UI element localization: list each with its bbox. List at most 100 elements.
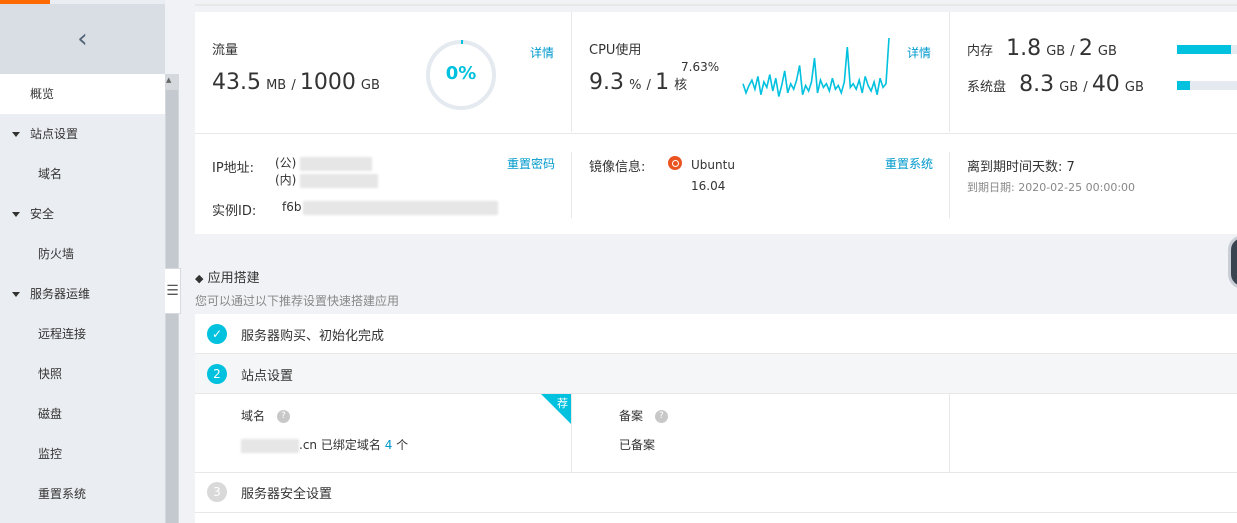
step-3-number: 3 [207,482,227,502]
reset-system-link[interactable]: 重置系统 [885,155,933,172]
disk-label: 系统盘 [967,80,1007,95]
disk-bar-fill [1177,81,1190,90]
app-steps: ✓ 服务器购买、初始化完成 2 站点设置 荐 域名 ? .cn 已绑定域名 4 … [195,314,1237,523]
sidebar-item[interactable]: 重置系统 [0,474,165,514]
sidebar-item[interactable]: 防火墙 [0,234,165,274]
instance-id[interactable]: f6b [282,200,499,215]
cpu-value-unit: % [629,78,642,93]
sidebar-item[interactable]: 快照 [0,354,165,394]
redacted-id [303,200,499,215]
memory-bar [1177,45,1237,54]
image-label: 镜像信息: [589,160,646,175]
memory-used-unit: GB [1046,44,1066,59]
bound-domains-count[interactable]: 4 [385,438,393,452]
sidebar-item[interactable]: 服务器运维 [0,274,165,314]
sidebar-nav: 概览站点设置域名安全防火墙服务器运维远程连接快照磁盘 监控 重置系统 [0,74,165,514]
expiry-date-label: 到期日期: [967,181,1015,194]
ip-label: IP地址: [212,161,255,176]
disk-bar [1177,81,1237,90]
disk-row: 系统盘 8.3 GB / 40 GB [967,72,1144,97]
collapse-sidebar-button[interactable]: ‹ [0,4,165,74]
step-3[interactable]: 3 服务器安全设置 [195,472,1237,512]
caret-down-icon [12,292,20,297]
expiry-date: 到期日期: 2020-02-25 00:00:00 [967,179,1135,195]
app-section-title-text: 应用搭建 [207,271,260,286]
filing-label: 备案 [619,409,644,423]
instance-id-prefix: f6b [282,200,302,214]
disk-used: 8.3 [1019,72,1055,97]
expiry-date-value: 2020-02-25 00:00:00 [1018,181,1136,194]
app-section-subtitle: 您可以通过以下推荐设置快速搭建应用 [195,294,400,308]
caret-down-icon [12,132,20,137]
memory-label: 内存 [967,44,994,59]
ip-public-prefix: (公) [275,156,297,170]
scroll-up-icon[interactable]: ▲ [166,76,171,84]
memory-bar-fill [1177,45,1231,54]
divider [195,512,1237,513]
domain-suffix: .cn [299,438,318,452]
memory-used: 1.8 [1006,36,1042,61]
sidebar-item-label: 概览 [30,87,55,101]
sidebar-item-label: 站点设置 [30,127,79,141]
ubuntu-icon [668,156,682,170]
cpu-sparkline [742,37,890,97]
step-2-label: 站点设置 [241,368,294,384]
top-divider [195,4,1237,6]
cpu-usage: 9.3 % / 1 核 [589,70,688,95]
step-2[interactable]: 2 站点设置 [195,354,1237,394]
traffic-detail-link[interactable]: 详情 [530,44,554,61]
cpu-label: CPU使用 [589,43,642,58]
redacted-ip [300,173,379,188]
traffic-used: 43.5 [212,70,261,95]
step-1[interactable]: ✓ 服务器购买、初始化完成 [195,314,1237,354]
sidebar-item[interactable]: 磁盘 [0,394,165,434]
sidebar-item[interactable]: 站点设置 [0,114,165,154]
filing-status: 已备案 [619,438,656,452]
redacted-domain [241,438,299,453]
instance-id-label: 实例ID: [212,204,257,219]
help-icon[interactable]: ? [276,410,290,423]
layers-icon: ◆ [195,272,204,285]
floating-assistant-button[interactable] [1228,235,1237,289]
image-os-version: 16.04 [691,179,726,193]
divider [949,152,950,218]
sidebar-item[interactable]: 监控 [0,434,165,474]
overview-card: 流量 43.5 MB / 1000 GB 0% 详情 CPU使用 9.3 % /… [195,12,1237,234]
expiry-days-label: 离到期时间天数: [967,160,1063,175]
divider [571,12,572,132]
sidebar-item-label: 防火墙 [38,247,75,261]
cpu-cores: 1 [655,70,670,95]
app-section-title: ◆ 应用搭建 [195,267,260,286]
disk-total: 40 [1091,72,1120,97]
redacted-ip [300,156,373,171]
bound-domains-unit: 个 [396,438,409,452]
divider [571,394,572,472]
sidebar-item-label: 服务器运维 [30,287,91,301]
sidebar-item[interactable]: 远程连接 [0,314,165,354]
divider [949,12,950,132]
cpu-current: 7.63% [681,60,720,74]
ip-private-prefix: (内) [275,173,297,187]
help-icon[interactable]: ? [654,410,668,423]
traffic-used-unit: MB [266,78,287,93]
traffic-usage: 43.5 MB / 1000 GB [212,70,380,95]
list-icon: ☰ [166,283,179,299]
sidebar-item-label: 快照 [38,367,63,381]
sidebar-item[interactable]: 安全 [0,194,165,234]
step-3-label: 服务器安全设置 [241,486,333,502]
ip-values: (公) (内) [275,155,379,189]
expiry-days: 离到期时间天数: 7 [967,156,1075,175]
sidebar-item[interactable]: 概览 [0,74,165,114]
caret-down-icon [12,212,20,217]
sidebar-item[interactable]: 域名 [0,154,165,194]
sidebar-item-label: 安全 [30,207,55,221]
expiry-days-value: 7 [1066,160,1075,175]
chevron-left-icon: ‹ [77,24,88,54]
reset-password-link[interactable]: 重置密码 [507,155,555,172]
divider [195,133,1237,134]
traffic-percent: 0% [445,63,477,84]
traffic-label: 流量 [212,43,239,58]
main-content: 流量 43.5 MB / 1000 GB 0% 详情 CPU使用 9.3 % /… [179,0,1237,523]
cpu-cores-unit: 核 [674,78,688,93]
cpu-detail-link[interactable]: 详情 [907,44,931,61]
